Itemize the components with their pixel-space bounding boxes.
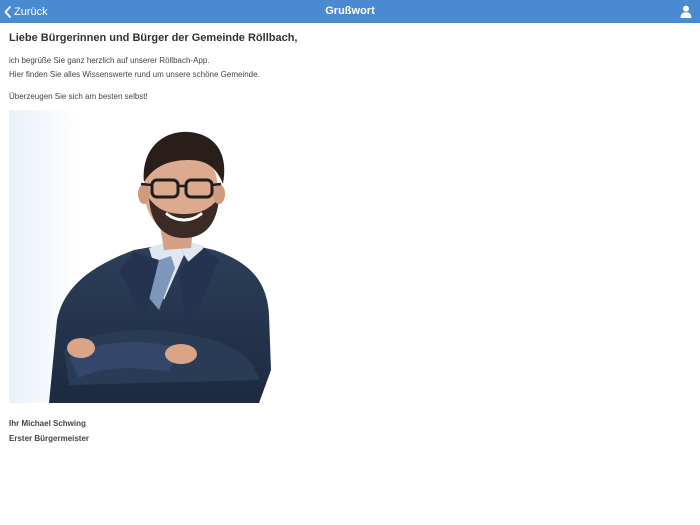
chevron-left-icon	[4, 5, 11, 18]
welcome-content: Liebe Bürgerinnen und Bürger der Gemeind…	[9, 23, 689, 443]
person-icon[interactable]	[680, 5, 692, 18]
mayor-portrait	[9, 110, 286, 403]
signature-name: Ihr Michael Schwing	[9, 419, 86, 428]
welcome-text-line-3: Überzeugen Sie sich am besten selbst!	[9, 92, 148, 101]
greeting-heading: Liebe Bürgerinnen und Bürger der Gemeind…	[9, 32, 298, 44]
navigation-bar: Zurück Grußwort	[0, 0, 700, 23]
back-button[interactable]: Zurück	[4, 0, 48, 23]
signature-title: Erster Bürgermeister	[9, 434, 90, 443]
welcome-text-line-1: ich begrüße Sie ganz herzlich auf unsere…	[9, 56, 210, 65]
signature-block: Ihr Michael Schwing Erster Bürgermeister	[9, 416, 89, 446]
back-button-label: Zurück	[14, 5, 48, 18]
welcome-text-line-2: Hier finden Sie alles Wissenswerte rund …	[9, 70, 260, 79]
page-title: Grußwort	[325, 5, 375, 17]
